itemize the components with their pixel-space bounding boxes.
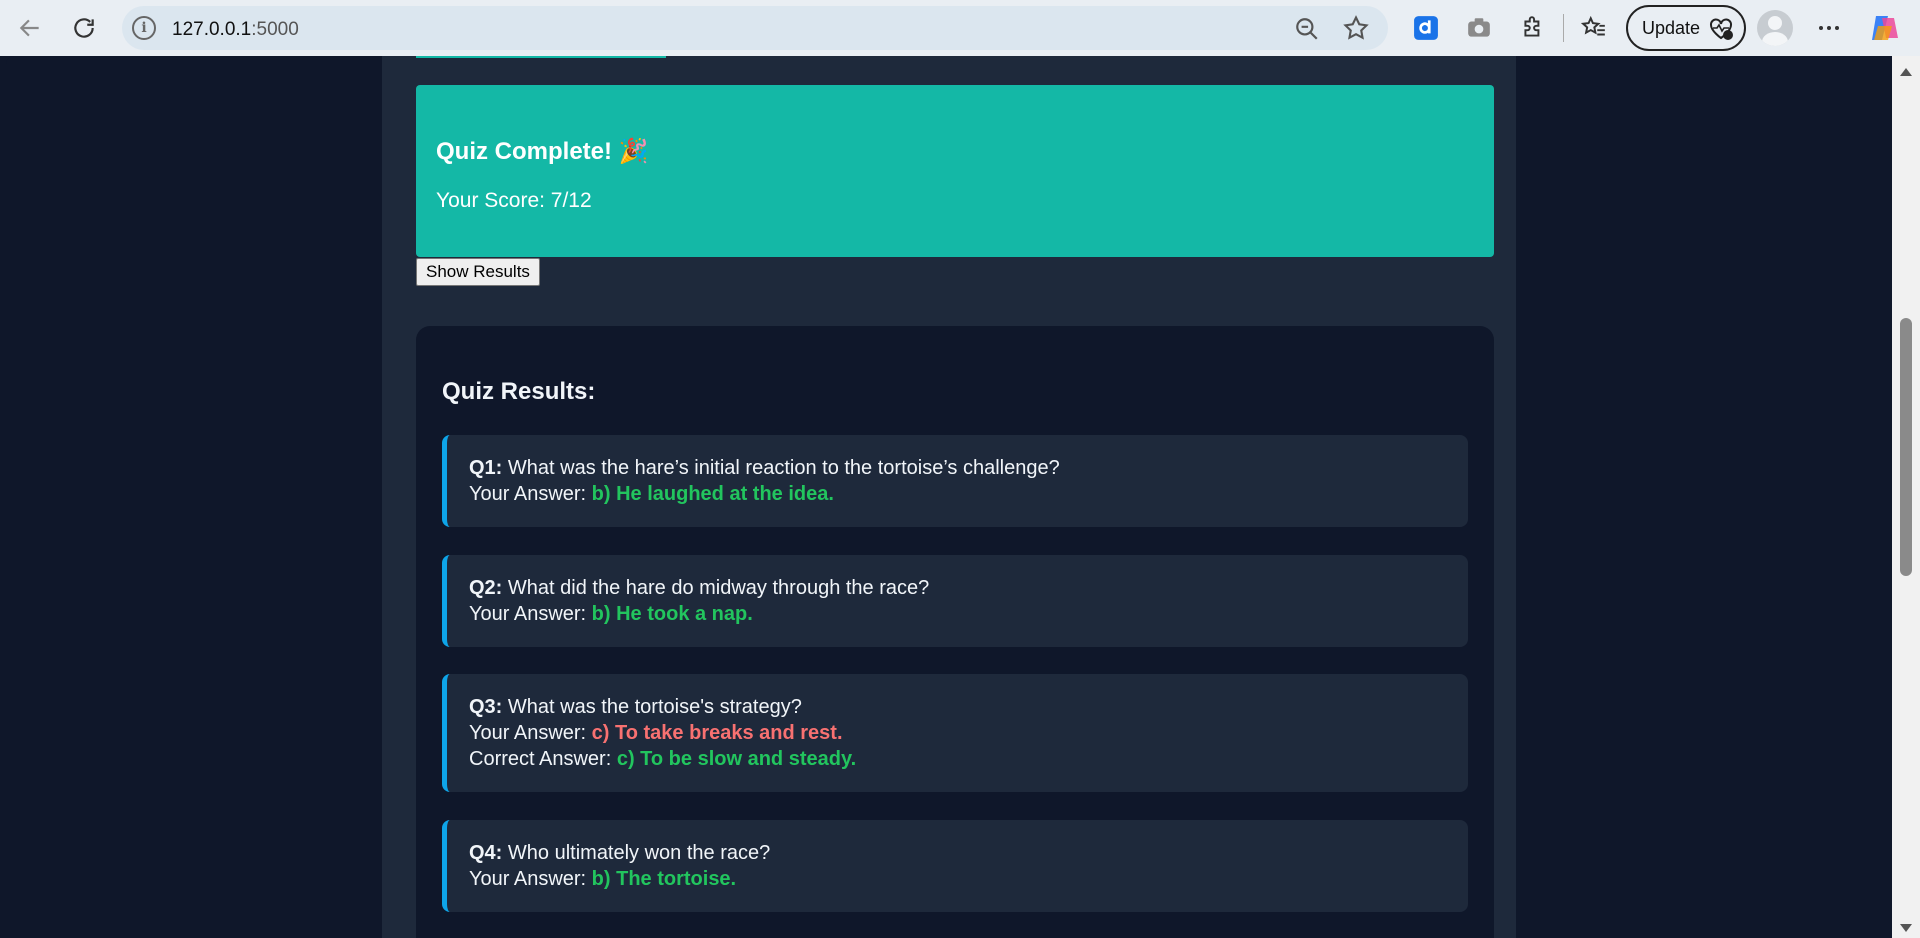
scroll-down-arrow-icon[interactable] xyxy=(1900,924,1912,932)
quiz-container: Quiz Complete! 🎉 Your Score: 7/12 Show R… xyxy=(382,56,1516,938)
your-answer-label: Your Answer: xyxy=(469,603,587,625)
question-text: What did the hare do midway through the … xyxy=(507,577,930,599)
question-text: What was the hare’s initial reaction to … xyxy=(507,457,1060,479)
correct-answer-label: Correct Answer: xyxy=(469,748,612,770)
quiz-results-panel: Quiz Results: Q1: What was the hare’s in… xyxy=(416,326,1494,938)
page-scrollbar[interactable] xyxy=(1892,56,1920,938)
results-heading: Quiz Results: xyxy=(442,378,596,405)
question-number: Q4: xyxy=(469,842,503,864)
profile-avatar[interactable] xyxy=(1757,10,1793,46)
quiz-complete-card: Quiz Complete! 🎉 Your Score: 7/12 xyxy=(416,85,1494,257)
reload-icon[interactable] xyxy=(64,8,104,48)
scrollbar-thumb[interactable] xyxy=(1900,318,1912,576)
page-viewport: Quiz Complete! 🎉 Your Score: 7/12 Show R… xyxy=(6,56,1892,938)
quiz-complete-title: Quiz Complete! 🎉 xyxy=(436,138,649,165)
browser-toolbar: i 127.0.0.1:5000 Update xyxy=(0,0,1920,56)
your-answer-value: b) The tortoise. xyxy=(591,868,737,890)
toolbar-divider xyxy=(1563,14,1564,42)
question-number: Q1: xyxy=(469,457,503,479)
result-item: Q3: What was the tortoise's strategy? Yo… xyxy=(442,674,1468,792)
your-answer-label: Your Answer: xyxy=(469,868,587,890)
show-results-button[interactable]: Show Results xyxy=(416,258,540,286)
your-answer-value: b) He took a nap. xyxy=(591,603,753,625)
question-number: Q3: xyxy=(469,696,503,718)
question-text: Who ultimately won the race? xyxy=(507,842,771,864)
url-text[interactable]: 127.0.0.1:5000 xyxy=(172,19,299,41)
your-answer-value: c) To take breaks and rest. xyxy=(591,722,843,744)
heart-pulse-icon xyxy=(1710,18,1733,40)
question-text: What was the tortoise's strategy? xyxy=(507,696,802,718)
question-number: Q2: xyxy=(469,577,503,599)
copilot-icon[interactable] xyxy=(1868,12,1900,44)
site-info-icon[interactable]: i xyxy=(132,16,156,40)
result-item: Q2: What did the hare do midway through … xyxy=(442,555,1468,647)
your-answer-value: b) He laughed at the idea. xyxy=(591,483,834,505)
top-accent-strip xyxy=(416,56,666,58)
extensions-puzzle-icon[interactable] xyxy=(1517,12,1549,44)
result-item: Q1: What was the hare’s initial reaction… xyxy=(442,435,1468,527)
more-menu-icon[interactable] xyxy=(1813,12,1845,44)
camera-icon[interactable] xyxy=(1463,12,1495,44)
favorites-icon[interactable] xyxy=(1578,12,1610,44)
zoom-out-icon[interactable] xyxy=(1294,16,1320,42)
update-button[interactable]: Update xyxy=(1626,5,1746,51)
back-arrow-icon[interactable] xyxy=(10,8,50,48)
scroll-up-arrow-icon[interactable] xyxy=(1900,68,1912,76)
result-item: Q4: Who ultimately won the race? Your An… xyxy=(442,820,1468,912)
your-answer-label: Your Answer: xyxy=(469,722,587,744)
correct-answer-value: c) To be slow and steady. xyxy=(616,748,857,770)
favorite-star-icon[interactable] xyxy=(1342,14,1370,42)
update-label: Update xyxy=(1642,17,1701,38)
score-text: Your Score: 7/12 xyxy=(436,189,592,212)
extension-d-icon[interactable] xyxy=(1410,12,1442,44)
address-bar[interactable]: i 127.0.0.1:5000 xyxy=(122,6,1388,50)
your-answer-label: Your Answer: xyxy=(469,483,587,505)
